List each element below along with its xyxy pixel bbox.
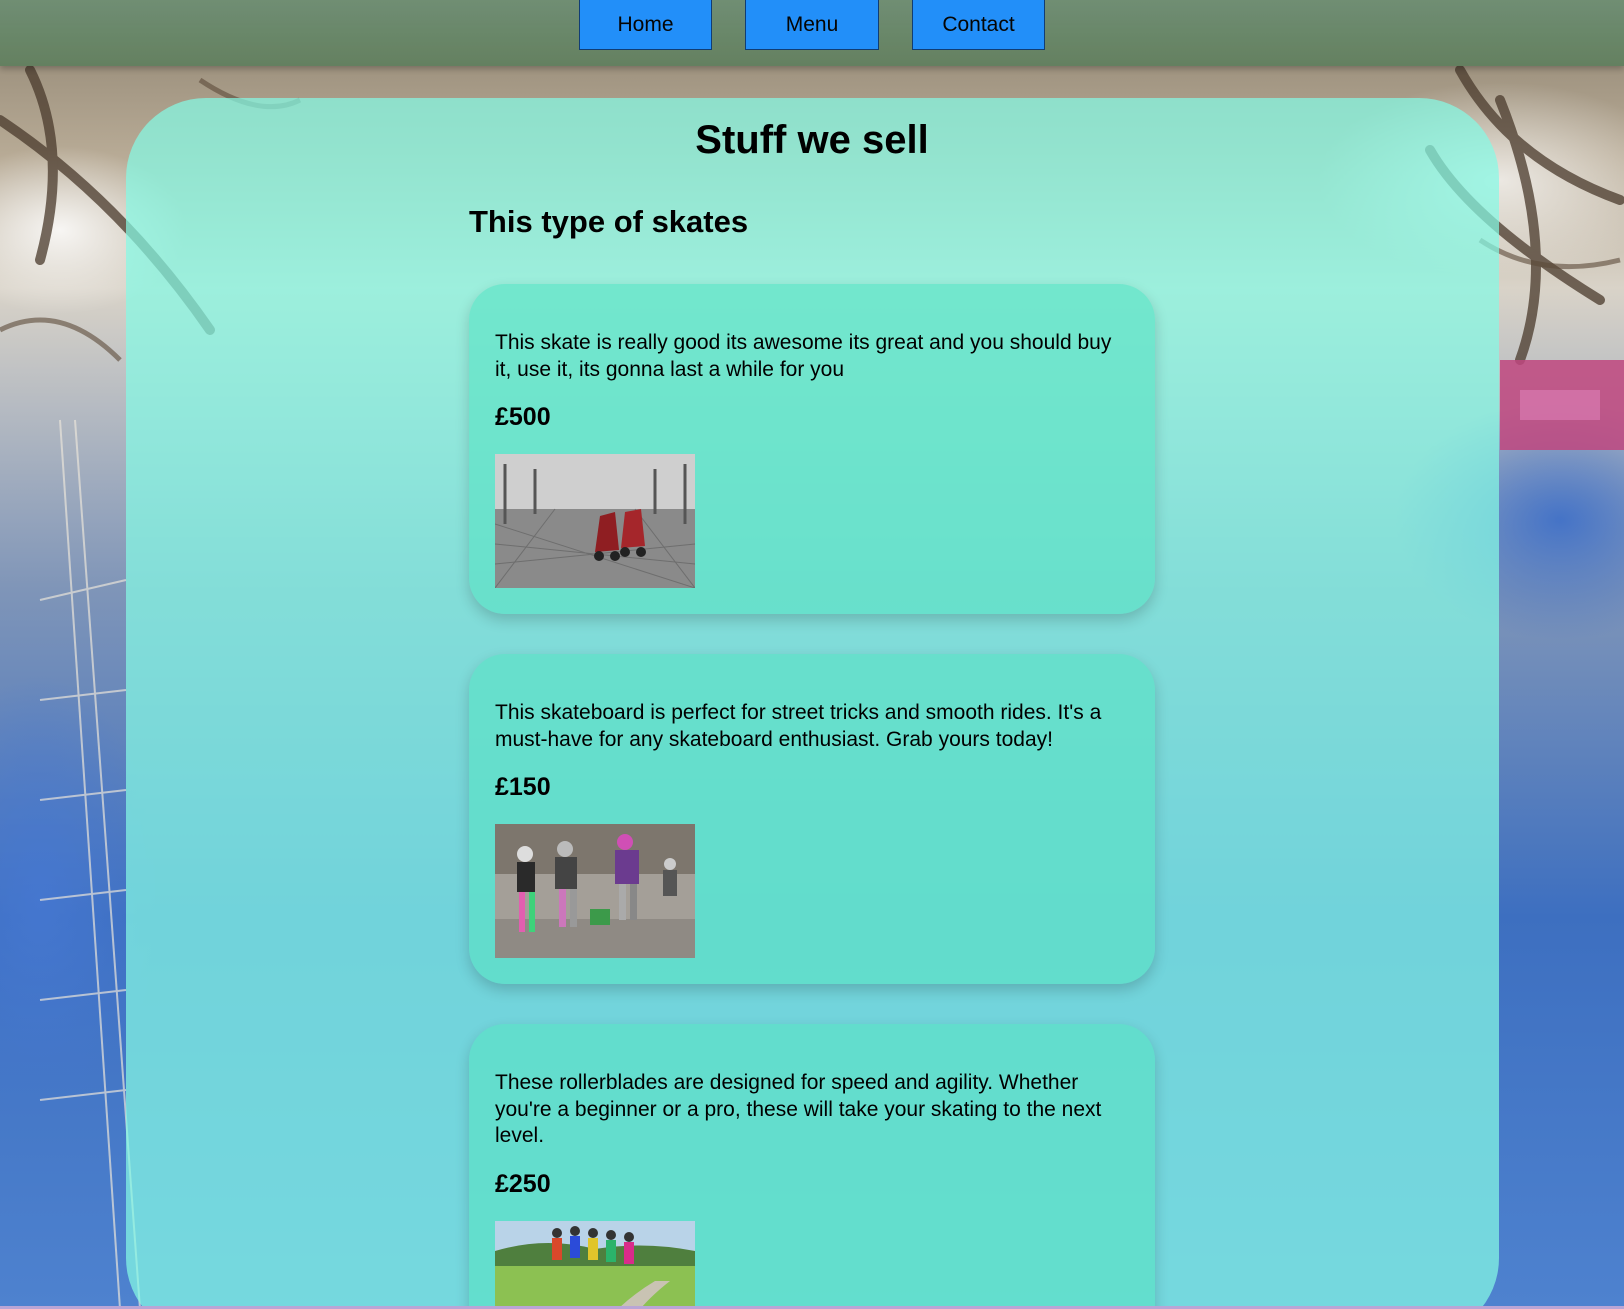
product-image-inline-skaters (495, 1221, 695, 1309)
product-description: These rollerblades are designed for spee… (495, 1071, 1102, 1147)
nav-home-button[interactable]: Home (579, 0, 712, 50)
product-price: £150 (495, 773, 551, 801)
product-price: £500 (495, 403, 551, 431)
product-image-roller-derby (495, 824, 695, 958)
product-description: This skate is really good its awesome it… (495, 331, 1112, 381)
nav-menu-button[interactable]: Menu (745, 0, 879, 50)
product-card: This skateboard is perfect for street tr… (469, 654, 1155, 984)
product-image-roller-skates (495, 454, 695, 588)
product-card: These rollerblades are designed for spee… (469, 1024, 1155, 1309)
nav-contact-button[interactable]: Contact (912, 0, 1045, 50)
page-title: Stuff we sell (695, 118, 929, 162)
product-card: This skate is really good its awesome it… (469, 284, 1155, 614)
product-price: £250 (495, 1170, 551, 1198)
section-title: This type of skates (469, 204, 749, 239)
product-description: This skateboard is perfect for street tr… (495, 701, 1102, 751)
top-navbar: Home Menu Contact (0, 0, 1624, 66)
